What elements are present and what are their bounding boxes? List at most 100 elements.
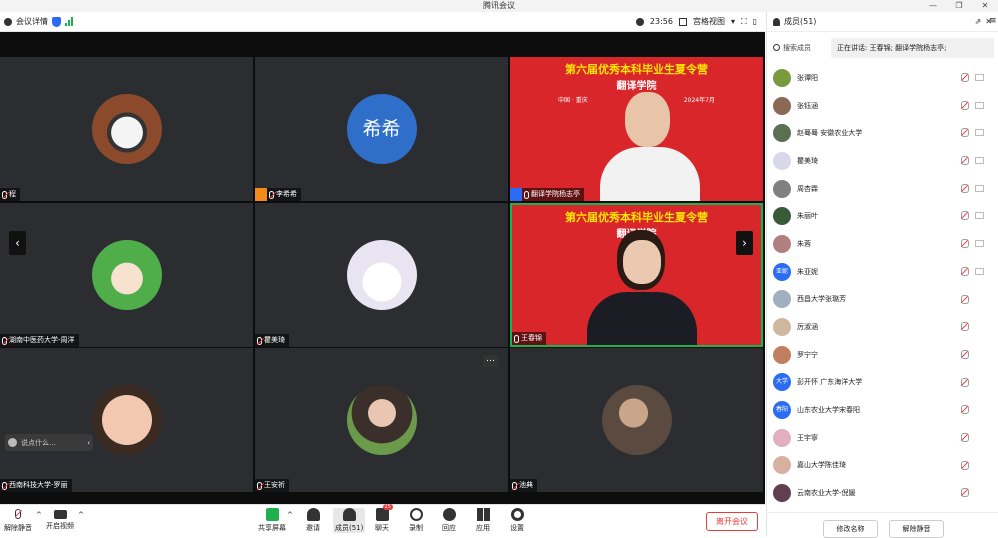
member-row[interactable]: 西昌大学张璐芳: [767, 286, 998, 314]
member-name: 山东农业大学宋春阳: [797, 406, 860, 415]
chat-unread-badge: 25: [382, 504, 393, 510]
more-options-button[interactable]: …: [483, 355, 498, 367]
camera-off-icon: [53, 510, 67, 519]
member-row[interactable]: 朱丽叶: [767, 202, 998, 230]
popout-icon[interactable]: ⇗: [975, 17, 982, 26]
network-signal-icon[interactable]: [65, 17, 73, 26]
camera-off-icon[interactable]: [975, 240, 984, 248]
mic-muted-icon[interactable]: [961, 211, 969, 221]
sidebar-toggle-icon[interactable]: ▯: [753, 17, 757, 26]
avatar: [773, 207, 791, 226]
mic-muted-icon[interactable]: [961, 239, 969, 249]
record-button[interactable]: 录制: [409, 508, 423, 533]
video-tile[interactable]: 王安祈: [255, 348, 508, 492]
member-name: 彭开怀 广东海洋大学: [797, 378, 863, 387]
chevron-up-icon[interactable]: ^: [78, 511, 84, 519]
security-shield-icon[interactable]: [52, 16, 61, 27]
members-button[interactable]: 成员(51): [333, 508, 366, 533]
member-row[interactable]: 云南农业大学-倪媛: [767, 479, 998, 507]
mic-muted-icon[interactable]: [961, 128, 969, 138]
member-name: 朱蓉: [797, 239, 811, 248]
video-tile[interactable]: 程: [0, 57, 253, 201]
member-row[interactable]: 张钰涵: [767, 92, 998, 120]
meeting-timer: 23:56: [649, 17, 673, 26]
member-row[interactable]: 亚妮 朱亚妮: [767, 258, 998, 286]
camera-off-icon[interactable]: [975, 101, 984, 109]
avatar: [773, 68, 791, 87]
video-tile[interactable]: 第六届优秀本科毕业生夏令营 翻译学院 中国 · 重庆 2024年7月 翻译学院杨志…: [510, 57, 763, 201]
close-icon[interactable]: ✕: [972, 0, 998, 12]
member-row[interactable]: 朱蓉: [767, 230, 998, 258]
chevron-up-icon[interactable]: ^: [36, 511, 42, 519]
banner-subtitle: 翻译学院: [616, 81, 657, 92]
rename-button[interactable]: 修改名称: [823, 520, 878, 538]
camera-off-icon[interactable]: [975, 212, 984, 220]
leave-meeting-button[interactable]: 离开会议: [706, 512, 758, 531]
settings-button[interactable]: 设置: [510, 508, 524, 533]
camera-off-icon[interactable]: [975, 157, 984, 165]
minimize-icon[interactable]: —: [920, 0, 946, 12]
quick-chat-input[interactable]: 说点什么... ‹: [5, 434, 93, 451]
member-row[interactable]: 春阳 山东农业大学宋春阳: [767, 396, 998, 424]
invite-button[interactable]: 邀请: [306, 508, 320, 533]
menu-icon[interactable]: ≡: [989, 16, 997, 26]
mic-muted-icon[interactable]: [961, 100, 969, 110]
member-row[interactable]: 嘉山大学陈佳琦: [767, 452, 998, 480]
mic-muted-icon[interactable]: [961, 377, 969, 387]
window-title: 腾讯会议: [483, 1, 515, 10]
meeting-info-button[interactable]: 会议详情: [16, 16, 48, 27]
video-tile[interactable]: 瞿美琦: [255, 203, 508, 347]
member-row[interactable]: 瞿美琦: [767, 147, 998, 175]
banner-title: 第六届优秀本科毕业生夏令营: [565, 63, 708, 76]
member-search-input[interactable]: 搜索成员: [773, 39, 831, 56]
avatar: [773, 290, 791, 309]
mic-muted-icon[interactable]: [961, 460, 969, 470]
view-mode-button[interactable]: 宫格视图: [693, 16, 725, 27]
chevron-down-icon[interactable]: ▾: [731, 17, 735, 26]
share-screen-button[interactable]: 共享屏幕: [258, 508, 286, 533]
info-icon[interactable]: [4, 17, 12, 26]
member-row[interactable]: 王宇寧: [767, 424, 998, 452]
grid-view-icon[interactable]: [678, 17, 687, 26]
video-tile[interactable]: 西南科技大学-罗丽: [0, 348, 253, 492]
video-tile-active-speaker[interactable]: 第六届优秀本科毕业生夏令营 翻译学院 王春锦: [510, 203, 763, 347]
mic-muted-icon[interactable]: [961, 349, 969, 359]
mic-muted-icon[interactable]: [961, 183, 969, 193]
member-row[interactable]: 张谭阳: [767, 64, 998, 92]
mic-muted-icon[interactable]: [961, 405, 969, 415]
avatar: 亚妮: [773, 262, 791, 281]
member-row[interactable]: 周杏霖: [767, 175, 998, 203]
mic-muted-icon[interactable]: [961, 322, 969, 332]
camera-off-icon[interactable]: [975, 267, 984, 275]
chevron-left-icon[interactable]: ‹: [87, 439, 90, 447]
restore-icon[interactable]: ❐: [946, 0, 972, 12]
video-tile[interactable]: 希希 李希希: [255, 57, 508, 201]
mic-muted-icon[interactable]: [961, 432, 969, 442]
apps-button[interactable]: 应用: [476, 508, 490, 533]
mic-muted-icon[interactable]: [961, 73, 969, 82]
unmute-all-button[interactable]: 解除静音: [889, 520, 944, 538]
unmute-button[interactable]: 解除静音: [4, 508, 32, 533]
video-tile[interactable]: 池典: [510, 348, 763, 492]
fullscreen-icon[interactable]: ⛶: [741, 17, 747, 27]
chevron-up-icon[interactable]: ^: [287, 511, 293, 519]
member-row[interactable]: 罗宁宁: [767, 341, 998, 369]
next-page-button[interactable]: ›: [736, 231, 753, 255]
camera-off-icon[interactable]: [975, 184, 984, 192]
chat-button[interactable]: 25 聊天: [375, 504, 393, 533]
member-row[interactable]: 大学 彭开怀 广东海洋大学: [767, 369, 998, 397]
member-row[interactable]: 厉淑涵: [767, 313, 998, 341]
speaker-video: [587, 230, 697, 345]
video-tile[interactable]: 湖南中医药大学-周洋: [0, 203, 253, 347]
member-row[interactable]: 赵蓦蓦 安徽农业大学: [767, 119, 998, 147]
mic-muted-icon[interactable]: [961, 488, 969, 498]
mic-muted-icon[interactable]: [961, 294, 969, 304]
prev-page-button[interactable]: ‹: [9, 231, 26, 255]
start-video-button[interactable]: 开启视频: [46, 508, 74, 531]
mic-muted-icon[interactable]: [961, 266, 969, 276]
mic-muted-icon[interactable]: [961, 156, 969, 166]
reaction-button[interactable]: 回应: [442, 508, 456, 533]
search-icon: [773, 44, 780, 51]
camera-off-icon[interactable]: [975, 129, 984, 137]
camera-off-icon[interactable]: [975, 74, 984, 81]
